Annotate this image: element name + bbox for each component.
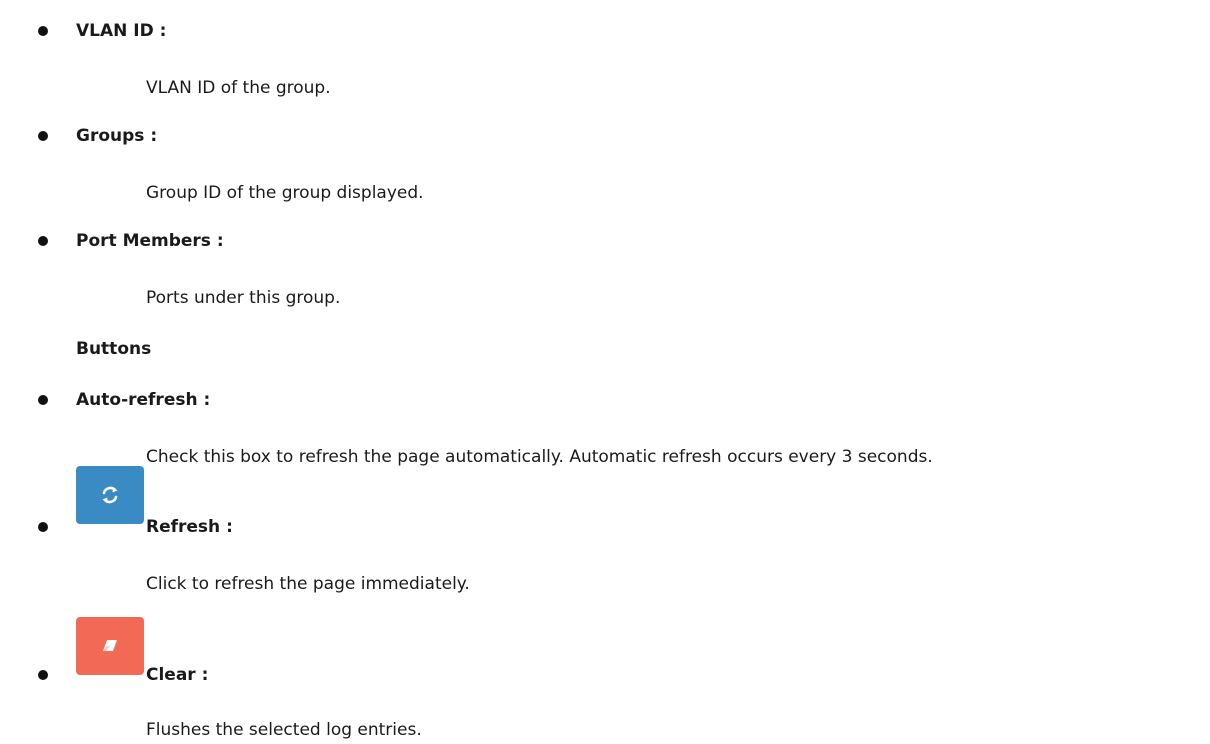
refresh-button-image xyxy=(76,466,144,524)
bullet xyxy=(38,26,48,36)
bullet xyxy=(38,395,48,405)
term-groups: Groups : xyxy=(76,126,158,146)
eraser-icon xyxy=(103,640,117,651)
bullet xyxy=(38,131,48,141)
buttons-heading: Buttons xyxy=(76,339,152,359)
desc-clear: Flushes the selected log entries. xyxy=(146,720,422,740)
desc-refresh: Click to refresh the page immediately. xyxy=(146,574,470,594)
bullet xyxy=(38,236,48,246)
term-vlan-id: VLAN ID : xyxy=(76,21,167,41)
desc-auto-refresh: Check this box to refresh the page autom… xyxy=(146,447,933,467)
desc-vlan-id: VLAN ID of the group. xyxy=(146,78,331,98)
clear-button-image xyxy=(76,617,144,675)
term-refresh: Refresh : xyxy=(146,517,233,537)
term-auto-refresh: Auto-refresh : xyxy=(76,390,211,410)
term-clear: Clear : xyxy=(146,665,209,685)
term-port-members: Port Members : xyxy=(76,231,224,251)
desc-port-members: Ports under this group. xyxy=(146,288,341,308)
desc-groups: Group ID of the group displayed. xyxy=(146,183,424,203)
bullet xyxy=(38,522,48,532)
refresh-icon xyxy=(102,486,118,504)
bullet xyxy=(38,670,48,680)
